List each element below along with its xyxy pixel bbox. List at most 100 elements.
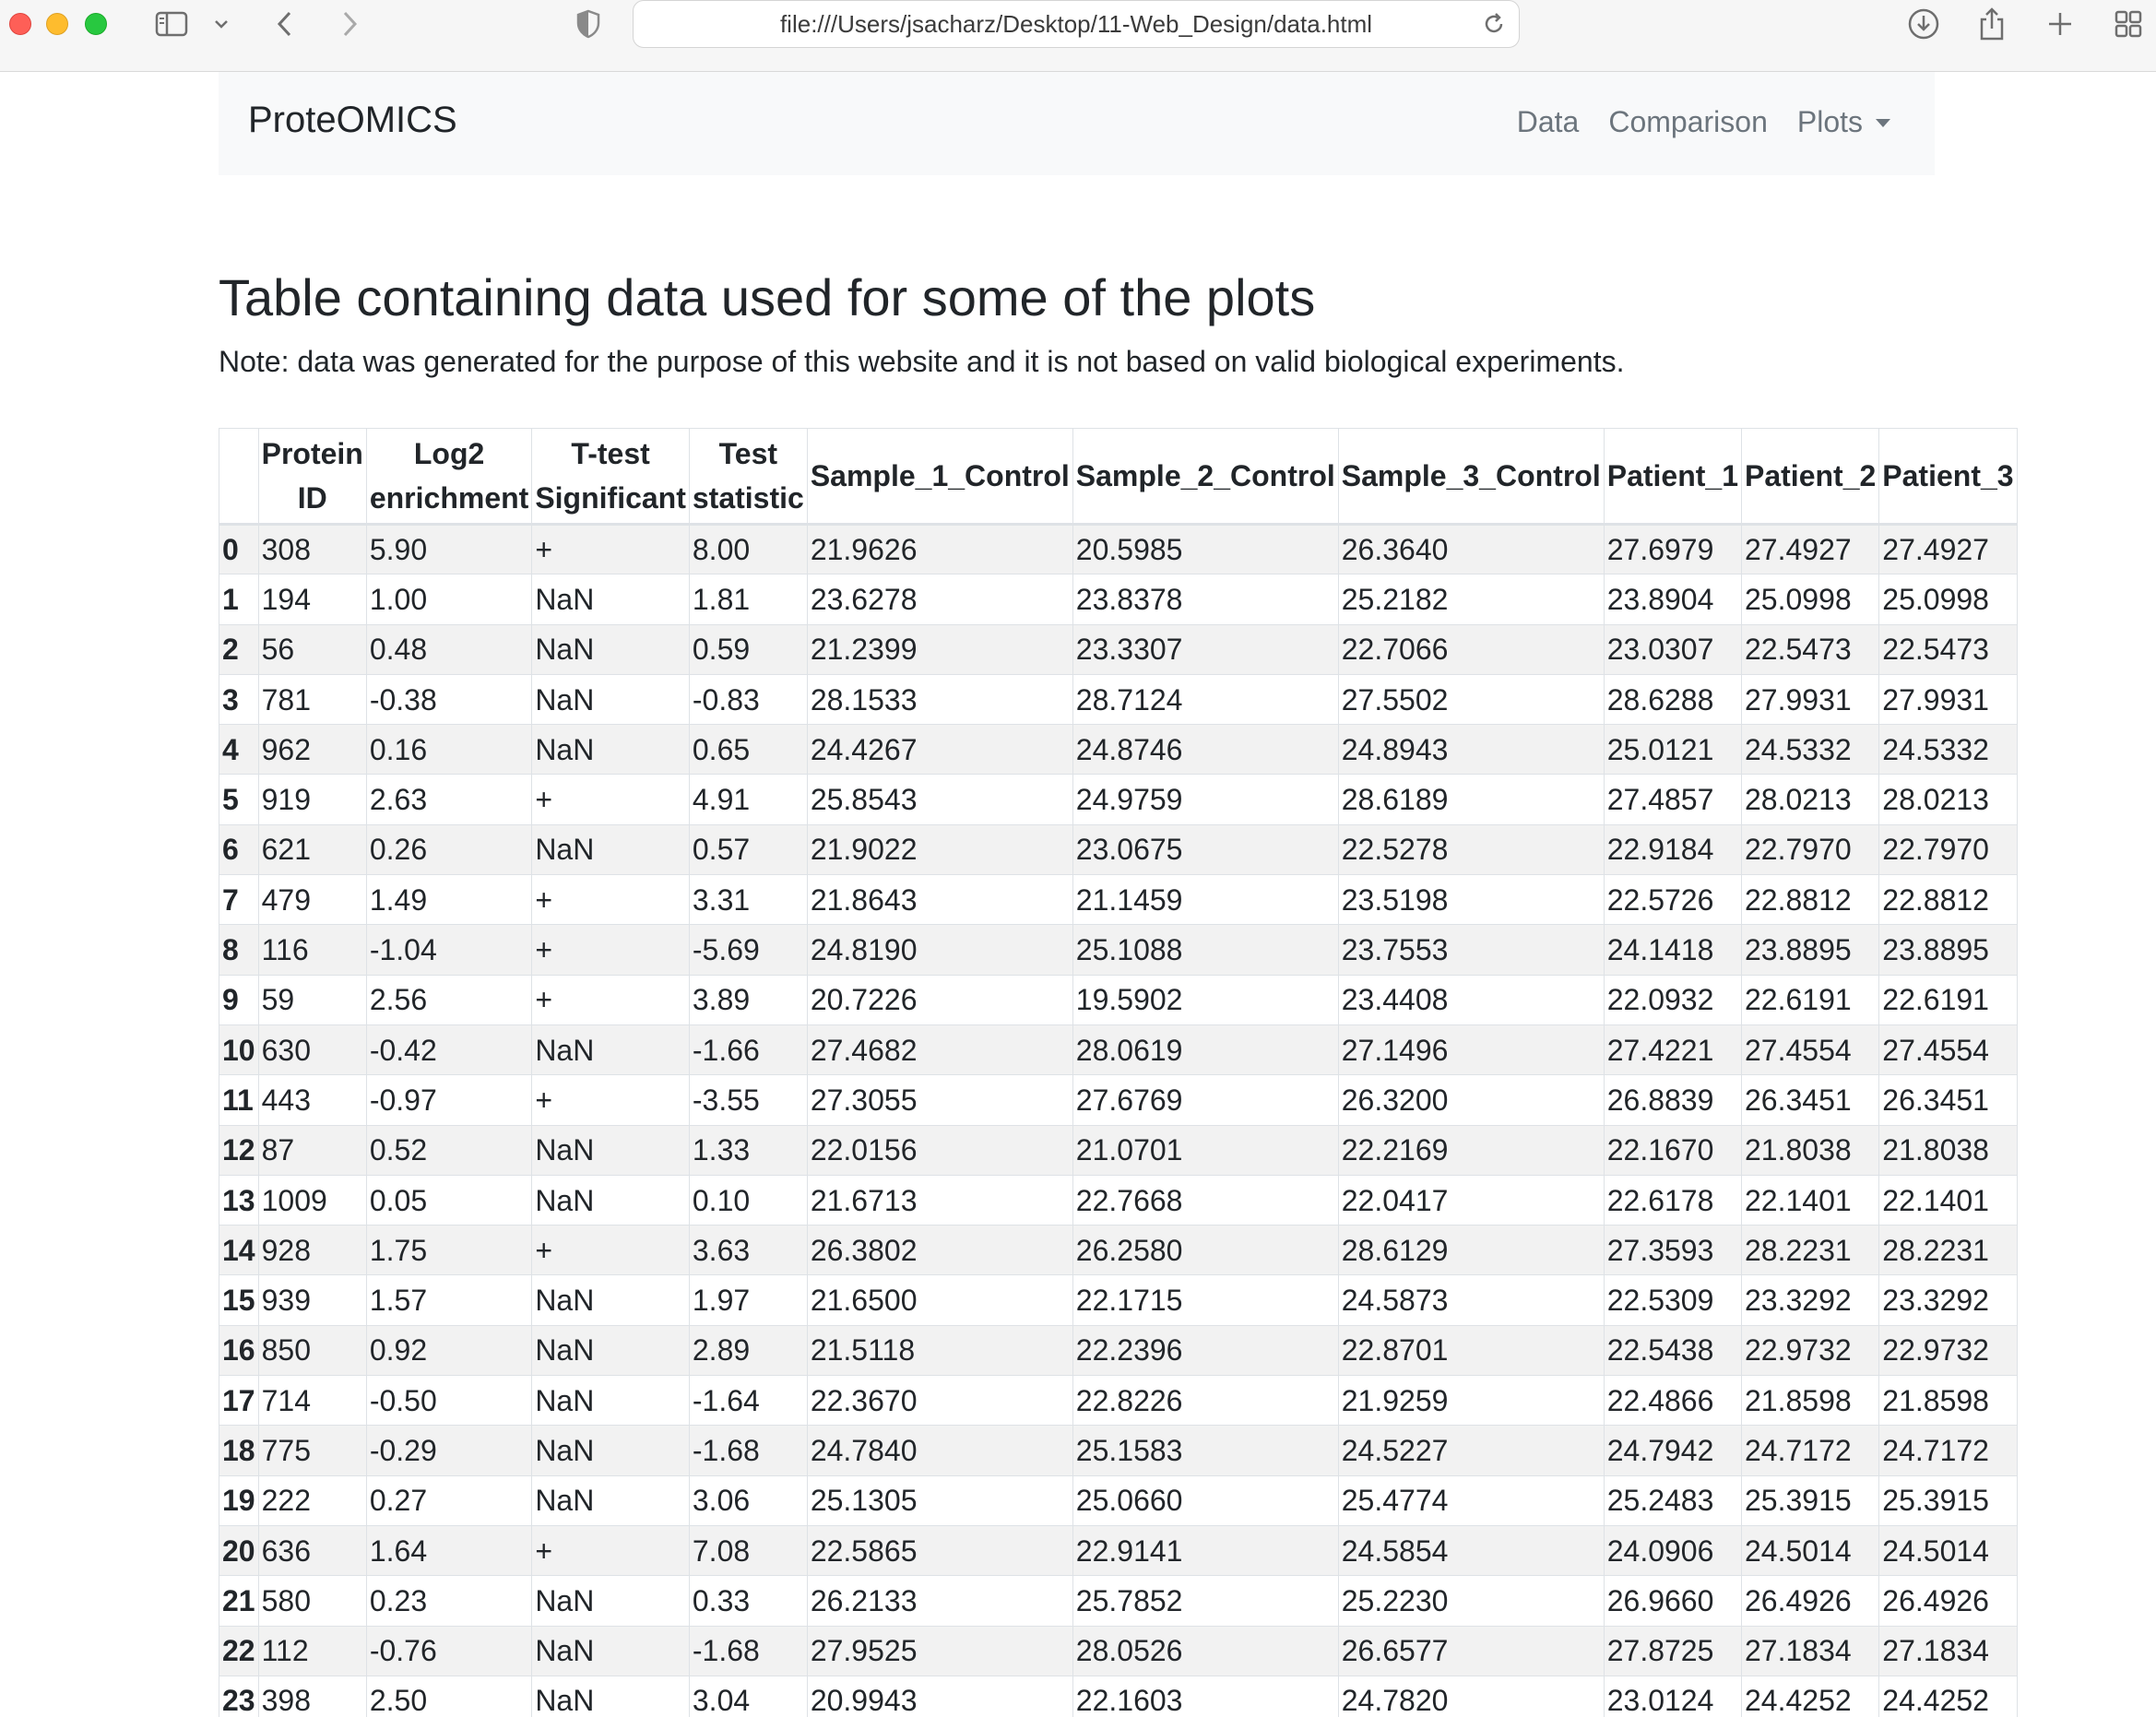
share-icon[interactable] (1973, 6, 2010, 42)
table-cell: NaN (531, 1425, 690, 1476)
table-cell: 27.8725 (1603, 1625, 1743, 1676)
close-window-button[interactable] (9, 13, 31, 35)
table-cell: 21.8598 (1878, 1375, 2018, 1427)
table-cell: 8.00 (688, 523, 808, 575)
forward-arrow-icon[interactable] (336, 6, 363, 42)
table-row: 11 443 -0.97 + -3.55 27.3055 27.6769 26.3200 26.… (219, 1074, 2018, 1126)
zoom-window-button[interactable] (85, 13, 107, 35)
column-header: Patient_2 (1740, 428, 1880, 526)
row-index: 12 (219, 1124, 259, 1176)
table-cell: NaN (531, 823, 690, 876)
table-cell: 27.6979 (1603, 523, 1743, 575)
table-cell: 22.4866 (1603, 1375, 1743, 1427)
privacy-shield-icon[interactable] (574, 6, 603, 42)
table-cell: 21.6713 (806, 1174, 1073, 1226)
table-cell: NaN (531, 1324, 690, 1377)
table-cell: 25.2182 (1337, 574, 1605, 625)
table-cell: 23.6278 (806, 574, 1073, 625)
table-cell: 27.1496 (1337, 1024, 1605, 1076)
row-index: 4 (219, 724, 259, 776)
column-header-text: Sample_2_Control (1075, 459, 1335, 492)
table-cell: 21.8038 (1740, 1124, 1880, 1176)
table-row: 19 222 0.27 NaN 3.06 25.1305 25.0660 25.4774 25.… (219, 1474, 2018, 1526)
table-cell: 28.6129 (1337, 1225, 1605, 1276)
table-cell: 56 (257, 623, 367, 675)
address-bar[interactable]: file:///Users/jsacharz/Desktop/11-Web_De… (633, 0, 1520, 48)
table-cell: 22.0417 (1337, 1174, 1605, 1226)
table-cell: 20.5985 (1072, 523, 1339, 575)
table-cell: + (531, 1524, 690, 1577)
table-cell: 0.92 (365, 1324, 533, 1377)
table-cell: 24.5014 (1878, 1524, 2018, 1577)
column-header-text: T-test (571, 437, 650, 470)
table-row: 3 781 -0.38 NaN -0.83 28.1533 28.7124 27.5502 28… (219, 673, 2018, 726)
table-cell: -0.29 (365, 1425, 533, 1476)
table-cell: 1009 (257, 1174, 367, 1226)
table-cell: 26.4926 (1878, 1575, 2018, 1627)
brand-logo[interactable]: ProteOMICS (248, 100, 457, 141)
table-cell: 25.8543 (806, 774, 1073, 825)
column-header-text: Test (718, 437, 778, 470)
column-header: T-test Significant (531, 428, 690, 526)
table-cell: 21.6500 (806, 1274, 1073, 1326)
tab-overview-icon[interactable] (2110, 6, 2147, 42)
table-cell: 24.7172 (1878, 1425, 2018, 1476)
table-cell: 22.8701 (1337, 1324, 1605, 1377)
table-cell: 22.7970 (1740, 823, 1880, 876)
table-cell: 59 (257, 974, 367, 1025)
table-cell: 28.7124 (1072, 673, 1339, 726)
column-header-text: Significant (535, 481, 686, 515)
table-cell: -3.55 (688, 1074, 808, 1126)
chevron-down-icon[interactable] (210, 6, 232, 42)
row-index: 10 (219, 1024, 259, 1076)
table-cell: 27.1834 (1740, 1625, 1880, 1676)
table-cell: 22.6191 (1740, 974, 1880, 1025)
table-cell: 5.90 (365, 523, 533, 575)
table-cell: NaN (531, 623, 690, 675)
table-cell: -1.68 (688, 1625, 808, 1676)
table-cell: 26.6577 (1337, 1625, 1605, 1676)
table-cell: 0.59 (688, 623, 808, 675)
new-tab-icon[interactable] (2042, 6, 2079, 42)
table-cell: 22.1715 (1072, 1274, 1339, 1326)
table-cell: 21.8038 (1878, 1124, 2018, 1176)
table-cell: 87 (257, 1124, 367, 1176)
table-cell: 27.9931 (1878, 673, 2018, 726)
nav-dropdown-plots[interactable]: Plots (1797, 105, 1890, 139)
table-cell: 21.8598 (1740, 1375, 1880, 1427)
table-cell: 22.9732 (1878, 1324, 2018, 1377)
table-cell: 24.5332 (1740, 724, 1880, 776)
table-cell: NaN (531, 724, 690, 776)
table-row: 12 87 0.52 NaN 1.33 22.0156 21.0701 22.2169 22.1… (219, 1124, 2018, 1176)
table-cell: 25.3915 (1740, 1474, 1880, 1526)
table-cell: 636 (257, 1524, 367, 1577)
column-header: Protein ID (257, 428, 367, 526)
column-header-text: ID (297, 481, 327, 515)
table-cell: 24.8943 (1337, 724, 1605, 776)
nav-link-data[interactable]: Data (1517, 105, 1580, 139)
row-index: 20 (219, 1524, 259, 1577)
downloads-icon[interactable] (1905, 6, 1942, 42)
table-cell: 775 (257, 1425, 367, 1476)
table-cell: 25.1088 (1072, 924, 1339, 976)
back-arrow-icon[interactable] (271, 6, 299, 42)
reload-icon[interactable] (1482, 12, 1506, 42)
table-cell: 25.2230 (1337, 1575, 1605, 1627)
table-cell: NaN (531, 1174, 690, 1226)
table-cell: 22.1670 (1603, 1124, 1743, 1176)
minimize-window-button[interactable] (46, 13, 68, 35)
table-row: 22 112 -0.76 NaN -1.68 27.9525 28.0526 26.6577 2… (219, 1625, 2018, 1676)
nav-link-comparison[interactable]: Comparison (1608, 105, 1768, 139)
table-cell: 23.5198 (1337, 874, 1605, 926)
table-cell: 22.5865 (806, 1524, 1073, 1577)
table-cell: 2.56 (365, 974, 533, 1025)
table-row: 0 308 5.90 +8.00 21.9626 20.5985 26.3640 27.697… (219, 523, 2018, 575)
table-cell: 27.4554 (1740, 1024, 1880, 1076)
table-cell: 25.2483 (1603, 1474, 1743, 1526)
table-cell: 0.65 (688, 724, 808, 776)
table-cell: 22.6178 (1603, 1174, 1743, 1226)
table-cell: 22.5473 (1740, 623, 1880, 675)
table-cell: 0.57 (688, 823, 808, 876)
sidebar-toggle-icon[interactable] (153, 6, 190, 42)
table-row: 15 939 1.57 NaN 1.97 21.6500 22.1715 24.5873 22.… (219, 1274, 2018, 1326)
